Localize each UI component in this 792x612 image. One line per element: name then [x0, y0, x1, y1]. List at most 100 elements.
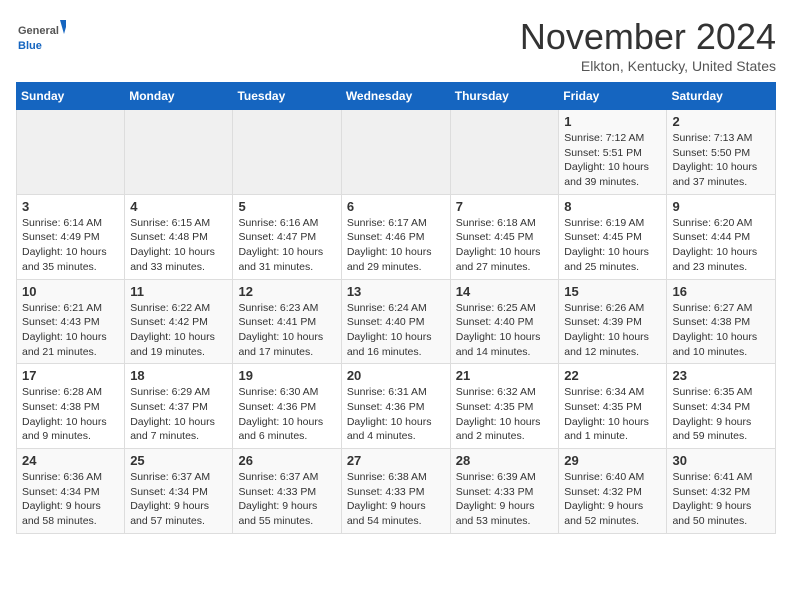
day-number: 13 [347, 284, 445, 299]
day-number: 9 [672, 199, 770, 214]
calendar-cell [450, 110, 559, 195]
day-number: 25 [130, 453, 227, 468]
day-info: Sunrise: 6:36 AM Sunset: 4:34 PM Dayligh… [22, 470, 119, 529]
location: Elkton, Kentucky, United States [520, 58, 776, 74]
day-number: 20 [347, 368, 445, 383]
calendar-cell: 13 Sunrise: 6:24 AM Sunset: 4:40 PM Dayli… [341, 279, 450, 364]
day-info: Sunrise: 6:39 AM Sunset: 4:33 PM Dayligh… [456, 470, 554, 529]
weekday-header: Thursday [450, 83, 559, 110]
calendar-cell: 22Sunrise: 6:34 AM Sunset: 4:35 PM Dayli… [559, 364, 667, 449]
weekday-header: Tuesday [233, 83, 341, 110]
day-number: 3 [22, 199, 119, 214]
calendar-cell: 26 Sunrise: 6:37 AM Sunset: 4:33 PM Dayli… [233, 449, 341, 534]
calendar-week-row: 10 Sunrise: 6:21 AM Sunset: 4:43 PM Dayli… [17, 279, 776, 364]
day-number: 7 [456, 199, 554, 214]
day-info: Sunrise: 6:15 AM Sunset: 4:48 PM Dayligh… [130, 216, 227, 275]
day-number: 16 [672, 284, 770, 299]
calendar-cell: 30 Sunrise: 6:41 AM Sunset: 4:32 PM Dayli… [667, 449, 776, 534]
weekday-header: Wednesday [341, 83, 450, 110]
calendar-cell: 24 Sunrise: 6:36 AM Sunset: 4:34 PM Dayli… [17, 449, 125, 534]
day-info: Sunrise: 6:31 AM Sunset: 4:36 PM Dayligh… [347, 385, 445, 444]
calendar-week-row: 17 Sunrise: 6:28 AM Sunset: 4:38 PM Dayli… [17, 364, 776, 449]
day-number: 11 [130, 284, 227, 299]
day-info: Sunrise: 6:34 AM Sunset: 4:35 PM Dayligh… [564, 385, 661, 444]
calendar-week-row: 1 Sunrise: 7:12 AM Sunset: 5:51 PM Daylig… [17, 110, 776, 195]
calendar-cell: 23 Sunrise: 6:35 AM Sunset: 4:34 PM Dayli… [667, 364, 776, 449]
page-header: General Blue November 2024 Elkton, Kentu… [16, 16, 776, 74]
day-info: Sunrise: 6:37 AM Sunset: 4:33 PM Dayligh… [238, 470, 335, 529]
weekday-header: Saturday [667, 83, 776, 110]
day-number: 17 [22, 368, 119, 383]
day-info: Sunrise: 6:17 AM Sunset: 4:46 PM Dayligh… [347, 216, 445, 275]
day-number: 12 [238, 284, 335, 299]
calendar-table: SundayMondayTuesdayWednesdayThursdayFrid… [16, 82, 776, 534]
day-info: Sunrise: 7:13 AM Sunset: 5:50 PM Dayligh… [672, 131, 770, 190]
calendar-cell: 4Sunrise: 6:15 AM Sunset: 4:48 PM Daylig… [125, 194, 233, 279]
calendar-cell: 28 Sunrise: 6:39 AM Sunset: 4:33 PM Dayli… [450, 449, 559, 534]
day-number: 19 [238, 368, 335, 383]
day-info: Sunrise: 6:32 AM Sunset: 4:35 PM Dayligh… [456, 385, 554, 444]
day-info: Sunrise: 6:29 AM Sunset: 4:37 PM Dayligh… [130, 385, 227, 444]
weekday-header: Friday [559, 83, 667, 110]
calendar-cell: 12 Sunrise: 6:23 AM Sunset: 4:41 PM Dayli… [233, 279, 341, 364]
day-info: Sunrise: 6:18 AM Sunset: 4:45 PM Dayligh… [456, 216, 554, 275]
day-info: Sunrise: 6:20 AM Sunset: 4:44 PM Dayligh… [672, 216, 770, 275]
day-info: Sunrise: 6:19 AM Sunset: 4:45 PM Dayligh… [564, 216, 661, 275]
calendar-cell: 9 Sunrise: 6:20 AM Sunset: 4:44 PM Daylig… [667, 194, 776, 279]
day-number: 15 [564, 284, 661, 299]
day-info: Sunrise: 6:26 AM Sunset: 4:39 PM Dayligh… [564, 301, 661, 360]
calendar-cell [17, 110, 125, 195]
weekday-header: Monday [125, 83, 233, 110]
day-info: Sunrise: 6:24 AM Sunset: 4:40 PM Dayligh… [347, 301, 445, 360]
day-number: 10 [22, 284, 119, 299]
day-number: 5 [238, 199, 335, 214]
day-number: 2 [672, 114, 770, 129]
calendar-cell [125, 110, 233, 195]
logo-svg: General Blue [16, 16, 66, 56]
calendar-cell: 2 Sunrise: 7:13 AM Sunset: 5:50 PM Daylig… [667, 110, 776, 195]
day-info: Sunrise: 6:14 AM Sunset: 4:49 PM Dayligh… [22, 216, 119, 275]
day-info: Sunrise: 6:28 AM Sunset: 4:38 PM Dayligh… [22, 385, 119, 444]
month-title: November 2024 [520, 16, 776, 58]
day-number: 28 [456, 453, 554, 468]
calendar-cell: 19 Sunrise: 6:30 AM Sunset: 4:36 PM Dayli… [233, 364, 341, 449]
calendar-cell: 29 Sunrise: 6:40 AM Sunset: 4:32 PM Dayli… [559, 449, 667, 534]
calendar-cell: 3 Sunrise: 6:14 AM Sunset: 4:49 PM Daylig… [17, 194, 125, 279]
day-number: 14 [456, 284, 554, 299]
day-info: Sunrise: 7:12 AM Sunset: 5:51 PM Dayligh… [564, 131, 661, 190]
calendar-week-row: 3 Sunrise: 6:14 AM Sunset: 4:49 PM Daylig… [17, 194, 776, 279]
calendar-cell: 16 Sunrise: 6:27 AM Sunset: 4:38 PM Dayli… [667, 279, 776, 364]
day-info: Sunrise: 6:37 AM Sunset: 4:34 PM Dayligh… [130, 470, 227, 529]
day-number: 18 [130, 368, 227, 383]
title-area: November 2024 Elkton, Kentucky, United S… [520, 16, 776, 74]
day-info: Sunrise: 6:27 AM Sunset: 4:38 PM Dayligh… [672, 301, 770, 360]
day-info: Sunrise: 6:30 AM Sunset: 4:36 PM Dayligh… [238, 385, 335, 444]
day-number: 23 [672, 368, 770, 383]
calendar-cell [341, 110, 450, 195]
calendar-cell: 18 Sunrise: 6:29 AM Sunset: 4:37 PM Dayli… [125, 364, 233, 449]
day-info: Sunrise: 6:22 AM Sunset: 4:42 PM Dayligh… [130, 301, 227, 360]
calendar-cell: 14 Sunrise: 6:25 AM Sunset: 4:40 PM Dayli… [450, 279, 559, 364]
day-info: Sunrise: 6:23 AM Sunset: 4:41 PM Dayligh… [238, 301, 335, 360]
calendar-cell: 25 Sunrise: 6:37 AM Sunset: 4:34 PM Dayli… [125, 449, 233, 534]
day-number: 26 [238, 453, 335, 468]
day-info: Sunrise: 6:35 AM Sunset: 4:34 PM Dayligh… [672, 385, 770, 444]
calendar-cell: 7 Sunrise: 6:18 AM Sunset: 4:45 PM Daylig… [450, 194, 559, 279]
day-info: Sunrise: 6:21 AM Sunset: 4:43 PM Dayligh… [22, 301, 119, 360]
day-number: 1 [564, 114, 661, 129]
day-info: Sunrise: 6:41 AM Sunset: 4:32 PM Dayligh… [672, 470, 770, 529]
calendar-cell: 20 Sunrise: 6:31 AM Sunset: 4:36 PM Dayli… [341, 364, 450, 449]
day-number: 24 [22, 453, 119, 468]
svg-text:Blue: Blue [18, 40, 42, 52]
weekday-header-row: SundayMondayTuesdayWednesdayThursdayFrid… [17, 83, 776, 110]
day-number: 27 [347, 453, 445, 468]
day-info: Sunrise: 6:25 AM Sunset: 4:40 PM Dayligh… [456, 301, 554, 360]
day-number: 30 [672, 453, 770, 468]
day-info: Sunrise: 6:40 AM Sunset: 4:32 PM Dayligh… [564, 470, 661, 529]
svg-text:General: General [18, 25, 59, 37]
day-number: 21 [456, 368, 554, 383]
day-info: Sunrise: 6:16 AM Sunset: 4:47 PM Dayligh… [238, 216, 335, 275]
day-number: 29 [564, 453, 661, 468]
calendar-cell: 1 Sunrise: 7:12 AM Sunset: 5:51 PM Daylig… [559, 110, 667, 195]
calendar-cell: 27Sunrise: 6:38 AM Sunset: 4:33 PM Dayli… [341, 449, 450, 534]
